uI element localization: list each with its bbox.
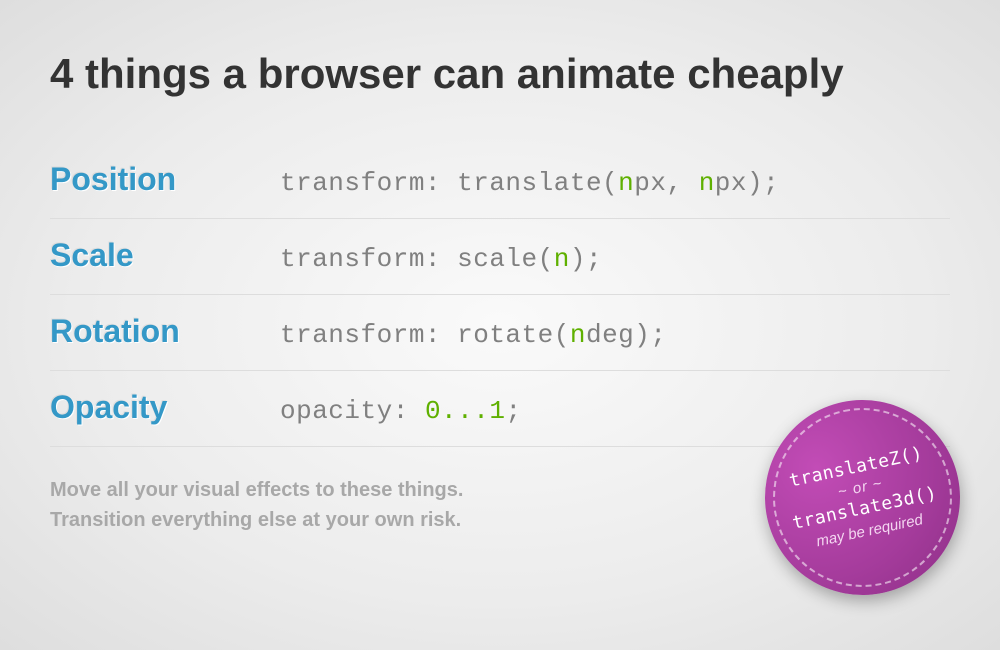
code-text: deg); (586, 320, 667, 350)
badge-code-2: translate3d() (790, 482, 939, 533)
slide-title: 4 things a browser can animate cheaply (50, 50, 950, 98)
row-scale: Scale transform: scale(n); (50, 219, 950, 295)
badge-caption: may be required (815, 511, 925, 550)
badge-code-1: translateZ() (787, 442, 924, 491)
label-opacity: Opacity (50, 389, 280, 426)
code-highlight: n (554, 244, 570, 274)
code-position: transform: translate(npx, npx); (280, 168, 779, 198)
row-rotation: Rotation transform: rotate(ndeg); (50, 295, 950, 371)
row-position: Position transform: translate(npx, npx); (50, 143, 950, 219)
badge-or: or (836, 474, 884, 500)
label-position: Position (50, 161, 280, 198)
code-text: transform: scale( (280, 244, 554, 274)
code-text: px, (634, 168, 698, 198)
code-highlight: n (570, 320, 586, 350)
code-text: transform: translate( (280, 168, 618, 198)
code-highlight: 0...1 (425, 396, 506, 426)
code-text: px); (715, 168, 779, 198)
code-text: opacity: (280, 396, 425, 426)
code-scale: transform: scale(n); (280, 244, 602, 274)
label-scale: Scale (50, 237, 280, 274)
code-opacity: opacity: 0...1; (280, 396, 522, 426)
code-highlight: n (618, 168, 634, 198)
code-text: ); (570, 244, 602, 274)
label-rotation: Rotation (50, 313, 280, 350)
code-highlight: n (699, 168, 715, 198)
code-rotation: transform: rotate(ndeg); (280, 320, 666, 350)
code-text: ; (505, 396, 521, 426)
code-text: transform: rotate( (280, 320, 570, 350)
